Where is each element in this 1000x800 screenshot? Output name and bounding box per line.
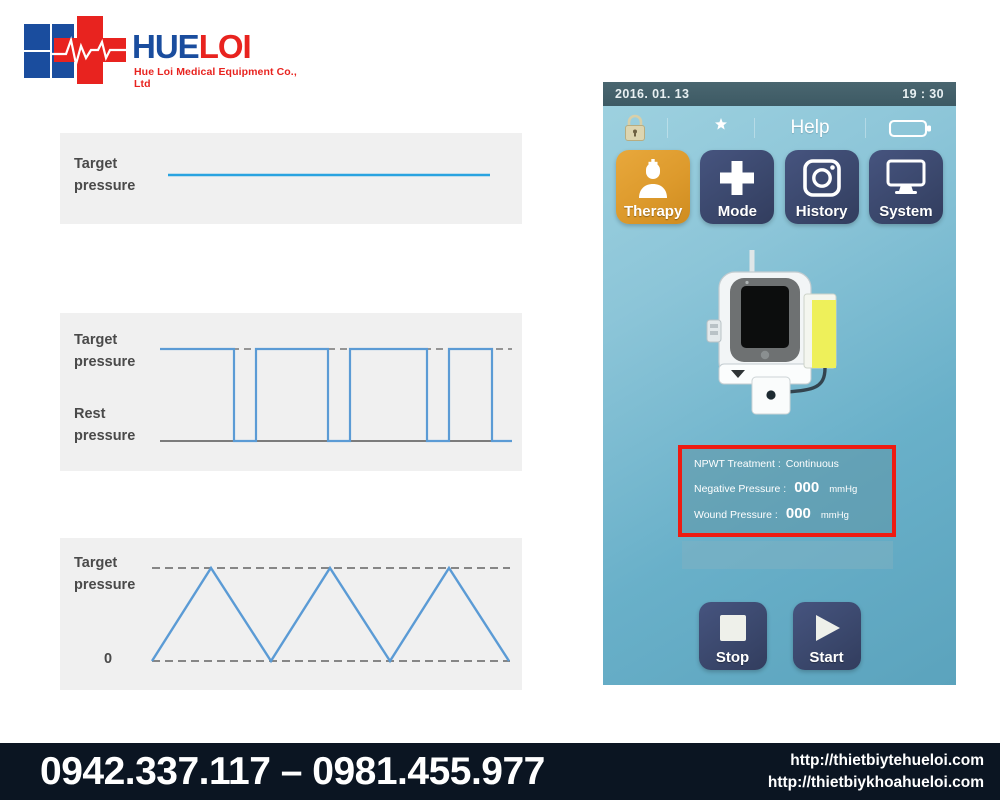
menu-label-mode: Mode (717, 203, 757, 220)
status-time: 19 : 30 (902, 87, 944, 101)
menu-button-therapy[interactable]: Therapy (616, 150, 691, 224)
wound-pressure-label: Wound Pressure : (694, 509, 778, 521)
menu-button-history[interactable]: History (784, 150, 859, 224)
status-date: 2016. 01. 13 (615, 87, 690, 101)
menu-button-mode[interactable]: Mode (700, 150, 775, 224)
menu-button-system[interactable]: System (868, 150, 943, 224)
footer-url-1[interactable]: http://thietbiytehueloi.com (768, 750, 984, 772)
moon-star-icon (698, 117, 727, 139)
info-row-wound-pressure: Wound Pressure : 000 mmHg (694, 505, 892, 522)
info-row-negative-pressure: Negative Pressure : 000 mmHg (694, 479, 892, 496)
ecg-line-icon (52, 35, 132, 65)
negative-pressure-value: 000 (794, 479, 820, 496)
chart3-plot (150, 565, 511, 664)
plus-icon (717, 158, 757, 203)
start-label: Start (809, 649, 844, 666)
negative-pressure-label: Negative Pressure : (694, 483, 787, 495)
chart-continuous: Target pressure (60, 133, 522, 224)
logo-cross-icon (22, 14, 142, 84)
info-row-treatment: NPWT Treatment : Continuous (694, 458, 892, 470)
device-touchscreen[interactable]: 2016. 01. 13 19 : 30 Help Therapy Mode H… (603, 82, 956, 685)
menu-label-therapy: Therapy (623, 203, 683, 220)
battery-indicator[interactable] (866, 106, 956, 150)
logo-wordmark: HUELOI (132, 28, 252, 66)
treatment-info-panel: NPWT Treatment : Continuous Negative Pre… (678, 445, 896, 537)
stop-label: Stop (715, 649, 750, 666)
chart2-plot (160, 347, 512, 443)
battery-icon (888, 119, 931, 138)
pump-illustration (706, 250, 837, 415)
monitor-icon (885, 158, 927, 201)
help-button[interactable]: Help (755, 106, 865, 150)
company-logo: HUELOI Hue Loi Medical Equipment Co., Lt… (22, 14, 312, 94)
wound-pressure-value: 000 (785, 505, 811, 522)
menu-label-history: History (795, 203, 848, 220)
footer-phone-numbers: 0942.337.117 – 0981.455.977 (40, 750, 545, 793)
npwt-treatment-value: Continuous (785, 458, 839, 470)
chart-variable: Target pressure 0 (60, 538, 522, 690)
footer-url-2[interactable]: http://thietbiykhoahueloi.com (768, 772, 984, 794)
npwt-treatment-label: NPWT Treatment : (694, 458, 781, 470)
control-buttons: Stop Start (603, 602, 956, 670)
start-button[interactable]: Start (792, 602, 861, 670)
logo-hue-text: HUE (132, 28, 200, 65)
wound-pressure-unit: mmHg (820, 510, 849, 521)
lock-icon (625, 114, 645, 141)
night-mode-button[interactable] (668, 106, 754, 150)
play-triangle-icon (812, 613, 842, 648)
footer-websites: http://thietbiytehueloi.com http://thiet… (768, 750, 984, 795)
status-bar: 2016. 01. 13 19 : 30 (603, 82, 956, 106)
main-menu: Therapy Mode History System (603, 150, 956, 224)
chart1-plot (168, 173, 490, 177)
nurse-icon (634, 158, 672, 205)
camera-icon (802, 158, 842, 203)
stop-square-icon (718, 613, 748, 648)
negative-pressure-unit: mmHg (829, 484, 858, 495)
info-panel-spacer (682, 541, 893, 569)
screen-toolbar: Help (603, 106, 956, 150)
chart-intermittent: Target pressure Rest pressure (60, 313, 522, 471)
logo-loi-text: LOI (198, 28, 252, 65)
menu-label-system: System (879, 203, 933, 220)
stop-button[interactable]: Stop (698, 602, 767, 670)
help-label: Help (790, 117, 830, 138)
lock-button[interactable] (603, 106, 667, 150)
logo-tagline: Hue Loi Medical Equipment Co., Ltd (134, 66, 297, 90)
contact-footer: 0942.337.117 – 0981.455.977 http://thiet… (0, 743, 1000, 800)
